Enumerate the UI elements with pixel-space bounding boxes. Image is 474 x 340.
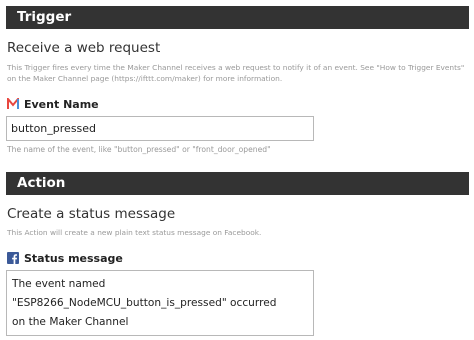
action-description: This Action will create a new plain text… (7, 228, 262, 237)
event-name-label-row: Event Name (7, 97, 99, 111)
maker-channel-icon (7, 98, 19, 110)
event-name-value: button_pressed (11, 122, 97, 135)
facebook-icon (7, 252, 19, 264)
status-message-label: Status message (24, 251, 123, 265)
event-name-input[interactable]: button_pressed (6, 116, 314, 141)
trigger-title: Receive a web request (7, 40, 161, 56)
status-message-textarea[interactable]: The event named "ESP8266_NodeMCU_button_… (6, 270, 314, 336)
action-section-header: Action (6, 172, 469, 195)
status-message-label-row: Status message (7, 251, 123, 265)
action-header-label: Action (17, 175, 66, 191)
event-name-label: Event Name (24, 97, 99, 111)
event-name-hint: The name of the event, like "button_pres… (7, 145, 271, 154)
action-title: Create a status message (7, 206, 176, 222)
trigger-header-label: Trigger (17, 9, 72, 25)
trigger-description: This Trigger fires every time the Maker … (7, 63, 465, 83)
trigger-section-header: Trigger (6, 6, 469, 29)
